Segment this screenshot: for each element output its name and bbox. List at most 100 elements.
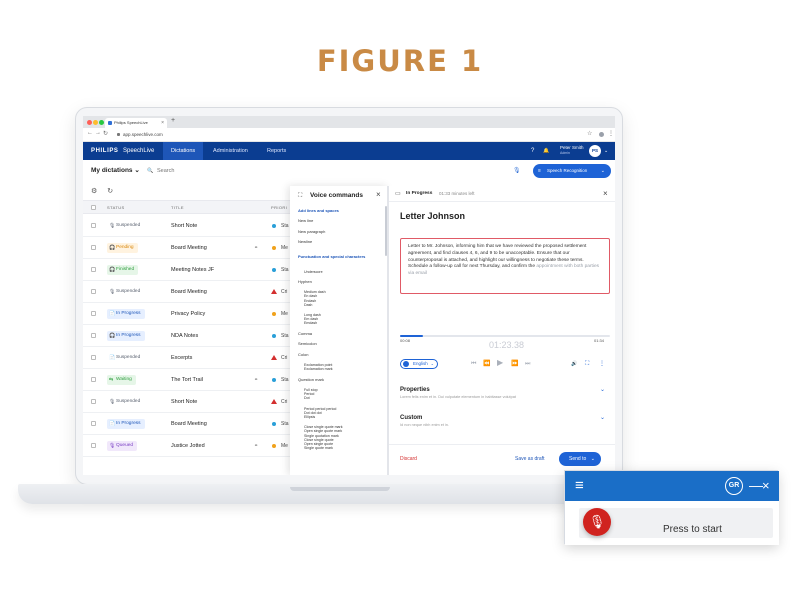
row-checkbox[interactable]	[91, 377, 96, 382]
playback-progress[interactable]	[400, 335, 610, 337]
select-all-checkbox[interactable]	[91, 205, 96, 210]
profile-icon[interactable]	[599, 132, 604, 137]
refresh-icon[interactable]: ↻	[107, 188, 113, 195]
transcript-textarea[interactable]: Letter to Mr. Johnson, informing him tha…	[400, 238, 610, 294]
row-checkbox[interactable]	[91, 245, 96, 250]
window-minimize-dot[interactable]	[93, 120, 98, 125]
record-microphone-button[interactable]: 🎙	[583, 508, 611, 536]
voice-command-item[interactable]: Colon	[298, 352, 382, 358]
discard-button[interactable]: Discard	[400, 455, 417, 463]
voice-command-item[interactable]: Full stop Period Dot	[304, 388, 380, 401]
close-icon[interactable]: ×	[603, 189, 608, 198]
row-title[interactable]: Short Note	[171, 221, 197, 231]
voice-command-item[interactable]: New line	[298, 218, 382, 224]
row-checkbox[interactable]	[91, 311, 96, 316]
row-title[interactable]: Board Meeting	[171, 419, 207, 429]
priority-critical-icon	[271, 289, 277, 294]
save-draft-button[interactable]: Save as draft	[515, 455, 544, 463]
expand-icon[interactable]: ⛶	[585, 360, 589, 368]
hamburger-menu-icon[interactable]: ≡	[575, 477, 584, 495]
column-header-title[interactable]: TITLE	[171, 201, 184, 215]
row-title[interactable]: Meeting Notes JF	[171, 265, 214, 275]
send-to-label: Send to	[569, 456, 587, 462]
row-title[interactable]: Privacy Policy	[171, 309, 205, 319]
fast-forward-icon[interactable]: ⏩	[511, 360, 518, 368]
row-title[interactable]: Excerpts	[171, 353, 192, 363]
more-options-icon[interactable]: ⋮	[599, 360, 605, 368]
my-dictations-dropdown[interactable]: My dictations ⌄	[91, 166, 140, 176]
user-avatar[interactable]: PS	[589, 145, 601, 157]
browser-menu-icon[interactable]: ⋮	[608, 130, 614, 137]
press-to-start-label: Press to start	[663, 524, 722, 535]
link-icon: ⚭	[254, 377, 259, 383]
voice-command-item[interactable]: Period period period Dot dot dot Ellipsi…	[304, 407, 380, 420]
skip-forward-icon[interactable]: ⏭	[525, 360, 530, 368]
row-title[interactable]: NDA Notes	[171, 331, 198, 341]
speech-recognition-button[interactable]: ≡ Speech Recognition ⌄	[533, 164, 611, 178]
play-icon[interactable]: ▶	[497, 359, 503, 367]
volume-icon[interactable]: 🔊	[571, 360, 577, 368]
row-checkbox[interactable]	[91, 289, 96, 294]
nav-administration[interactable]: Administration	[205, 142, 256, 160]
rewind-icon[interactable]: ⏪	[483, 360, 490, 368]
close-icon[interactable]: ×	[762, 476, 770, 496]
window-zoom-dot[interactable]	[99, 120, 104, 125]
chevron-down-icon[interactable]: ⌄	[600, 414, 605, 422]
back-icon[interactable]: ←	[87, 130, 93, 136]
nav-dictations[interactable]: Dictations	[163, 142, 204, 160]
chevron-down-icon[interactable]: ⌄	[601, 164, 605, 178]
column-header-priority[interactable]: PRIORI	[271, 201, 287, 215]
row-checkbox[interactable]	[91, 443, 96, 448]
voice-command-item[interactable]: Long dash Em dash Emdash	[304, 313, 380, 326]
row-checkbox[interactable]	[91, 333, 96, 338]
voice-command-item[interactable]: Underscore	[304, 270, 380, 274]
new-tab-icon[interactable]: +	[171, 117, 175, 124]
row-title[interactable]: The Tort Trail	[171, 375, 203, 385]
row-checkbox[interactable]	[91, 421, 96, 426]
voice-command-item[interactable]: Exclamation point Exclamation mark	[304, 363, 380, 371]
reload-icon[interactable]: ↻	[103, 130, 108, 137]
user-avatar[interactable]: GR	[725, 477, 743, 495]
send-to-button[interactable]: Send to ⌄	[559, 452, 601, 466]
skip-back-icon[interactable]: ⏮	[471, 360, 476, 368]
bell-icon[interactable]: 🔔	[543, 147, 549, 155]
status-icon: 📄	[109, 421, 116, 427]
row-checkbox[interactable]	[91, 399, 96, 404]
voice-command-item[interactable]: Newline	[298, 239, 382, 245]
minimize-icon[interactable]: —	[749, 475, 763, 495]
chevron-down-icon[interactable]: ⌄	[591, 452, 595, 466]
scrollbar[interactable]	[385, 206, 387, 256]
voice-command-item[interactable]: Medium dash En dash Endash Dash	[304, 290, 380, 307]
voice-command-item[interactable]: Close single quote mark Open single quot…	[304, 425, 380, 450]
voice-command-item[interactable]: New paragraph	[298, 229, 382, 235]
search-input[interactable]	[157, 166, 237, 176]
voice-command-item[interactable]: Semicolon	[298, 342, 382, 347]
chevron-down-icon[interactable]: ⌄	[600, 386, 605, 394]
language-select[interactable]: English ⌄	[400, 359, 438, 369]
user-menu-chevron-icon[interactable]: ⌄	[604, 147, 608, 155]
row-checkbox[interactable]	[91, 223, 96, 228]
bookmark-star-icon[interactable]: ☆	[587, 130, 592, 137]
voice-command-item[interactable]: Hyphen	[298, 279, 382, 285]
time-end: 01:34	[594, 338, 605, 343]
microphone-icon[interactable]: 🎙	[513, 166, 521, 176]
voice-command-item[interactable]: Comma	[298, 331, 382, 337]
filter-icon[interactable]: ⚙	[91, 188, 97, 195]
row-title[interactable]: Board Meeting	[171, 287, 207, 297]
url-field[interactable]: app.speechlive.com	[117, 131, 163, 139]
close-icon[interactable]: ×	[376, 191, 381, 199]
help-icon[interactable]: ?	[531, 147, 534, 155]
row-checkbox[interactable]	[91, 267, 96, 272]
row-title[interactable]: Justice Jotted	[171, 441, 205, 451]
nav-reports[interactable]: Reports	[259, 142, 294, 160]
row-checkbox[interactable]	[91, 355, 96, 360]
row-title[interactable]: Short Note	[171, 397, 197, 407]
row-title[interactable]: Board Meeting	[171, 243, 207, 253]
column-header-status[interactable]: STATUS	[107, 201, 125, 215]
forward-icon[interactable]: →	[95, 130, 101, 136]
speech-recognition-label: Speech Recognition	[547, 168, 588, 173]
voice-command-item[interactable]: Question mark	[298, 377, 382, 383]
window-close-dot[interactable]	[87, 120, 92, 125]
tab-close-icon[interactable]: ×	[161, 118, 164, 128]
browser-tab[interactable]: Philips SpeechLive ×	[105, 118, 167, 128]
